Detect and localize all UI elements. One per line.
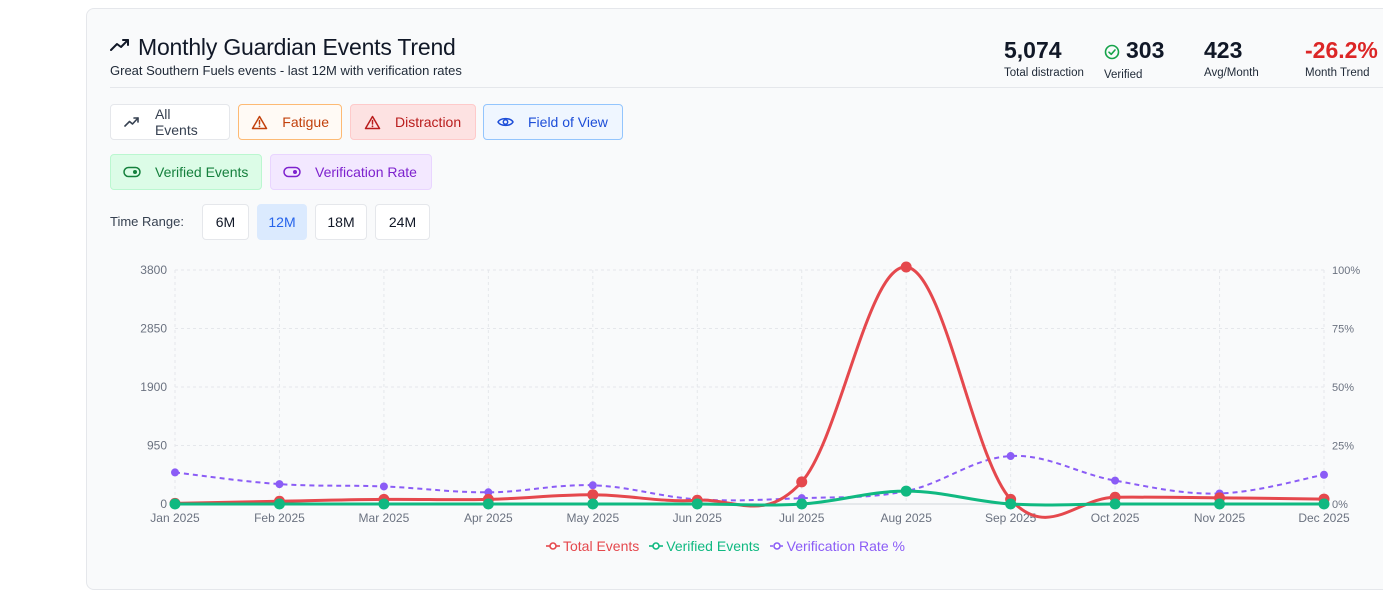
stat-avg: 423 Avg/Month — [1204, 36, 1259, 79]
warning-icon — [251, 113, 268, 131]
legend-total-events[interactable]: Total Events — [546, 538, 639, 554]
header-divider — [110, 87, 1383, 88]
stat-total-value: 5,074 — [1004, 37, 1062, 63]
stat-avg-label: Avg/Month — [1204, 67, 1259, 79]
stat-trend: -26.2% Month Trend — [1305, 36, 1378, 79]
toggle-verification-rate-button[interactable]: Verification Rate — [270, 154, 432, 190]
legend-total-label: Total Events — [563, 538, 640, 554]
stat-total-label: Total distraction — [1004, 67, 1084, 79]
filter-all-events-label: All Events — [154, 106, 198, 138]
filter-distraction-button[interactable]: Distraction — [350, 104, 476, 140]
filter-all-events-button[interactable]: All Events — [110, 104, 230, 140]
toggle-verified-events-label: Verified Events — [155, 164, 249, 180]
filter-field-of-view-button[interactable]: Field of View — [483, 104, 623, 140]
stat-verified-value: 303 — [1126, 37, 1165, 63]
legend-rate-icon — [769, 542, 784, 550]
page-title: Monthly Guardian Events Trend — [138, 34, 456, 60]
time-range-12m-button[interactable]: 12M — [257, 204, 307, 240]
legend-verified-label: Verified Events — [666, 538, 760, 554]
page-subtitle: Great Southern Fuels events - last 12M w… — [110, 63, 462, 78]
filter-field-of-view-label: Field of View — [528, 114, 608, 130]
stat-total: 5,074 Total distraction — [1004, 36, 1084, 79]
time-range-6m-button[interactable]: 6M — [202, 204, 249, 240]
legend-verified-icon — [649, 542, 664, 550]
trend-card — [86, 8, 1383, 590]
legend-verified-events[interactable]: Verified Events — [649, 538, 760, 554]
stat-verified-label: Verified — [1104, 68, 1143, 81]
toggle-icon — [123, 163, 141, 181]
legend-total-icon — [546, 542, 560, 550]
legend-rate-label: Verification Rate % — [786, 538, 905, 554]
eye-icon — [496, 113, 514, 131]
trending-up-icon — [123, 113, 141, 131]
filter-fatigue-button[interactable]: Fatigue — [238, 104, 342, 140]
card-header: Monthly Guardian Events Trend Great Sout… — [110, 34, 462, 78]
check-circle-icon — [1104, 38, 1120, 66]
toggle-icon — [283, 163, 301, 181]
filter-fatigue-label: Fatigue — [282, 114, 329, 130]
trending-up-icon — [110, 38, 130, 57]
time-range-24m-button[interactable]: 24M — [375, 204, 430, 240]
stat-verified: 303 Verified — [1104, 36, 1164, 81]
time-range-label: Time Range: — [110, 214, 184, 229]
stat-trend-value: -26.2% — [1305, 37, 1378, 63]
filter-distraction-label: Distraction — [395, 114, 462, 130]
toggle-verified-events-button[interactable]: Verified Events — [110, 154, 262, 190]
time-range-18m-button[interactable]: 18M — [315, 204, 367, 240]
stat-avg-value: 423 — [1204, 37, 1243, 63]
toggle-verification-rate-label: Verification Rate — [315, 164, 417, 180]
legend-verification-rate[interactable]: Verification Rate % — [769, 538, 905, 554]
stat-trend-label: Month Trend — [1305, 67, 1370, 79]
warning-icon — [363, 113, 381, 131]
chart-legend: Total Events Verified Events Verificatio… — [546, 538, 905, 554]
